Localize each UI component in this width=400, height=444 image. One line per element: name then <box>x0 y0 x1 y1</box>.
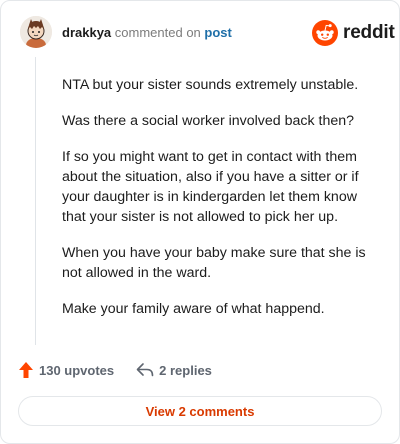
reddit-wordmark: reddit <box>343 22 395 43</box>
upvote-button[interactable]: 130 upvotes <box>18 361 114 379</box>
comment-paragraph: When you have your baby make sure that s… <box>62 245 366 281</box>
replies-button[interactable]: 2 replies <box>136 362 212 378</box>
comment-header: drakkya commented on post <box>62 25 232 41</box>
avatar[interactable] <box>20 16 52 48</box>
reddit-snoo-icon <box>312 20 338 46</box>
upvote-count: 130 upvotes <box>39 362 115 378</box>
reddit-logo[interactable]: reddit <box>312 20 395 46</box>
comment-body: NTA but your sister sounds extremely uns… <box>62 75 372 335</box>
avatar-icon <box>20 16 52 48</box>
replies-count: 2 replies <box>159 362 212 378</box>
post-link[interactable]: post <box>204 25 231 40</box>
upvote-arrow-icon <box>19 362 33 378</box>
thread-line <box>35 57 36 345</box>
comment-card: drakkya commented on post reddit NTA but… <box>0 0 400 444</box>
reply-arrow-icon <box>136 363 154 377</box>
username-link[interactable]: drakkya <box>62 25 111 40</box>
comment-paragraph: NTA but your sister sounds extremely uns… <box>62 77 359 93</box>
comment-paragraph: Make your family aware of what happend. <box>62 301 325 317</box>
view-comments-button[interactable]: View 2 comments <box>18 396 382 426</box>
comment-paragraph: If so you might want to get in contact w… <box>62 149 359 225</box>
comment-paragraph: Was there a social worker involved back … <box>62 113 355 129</box>
comment-actions: 130 upvotes 2 replies <box>18 361 212 379</box>
commented-on-text: commented on <box>114 25 201 40</box>
